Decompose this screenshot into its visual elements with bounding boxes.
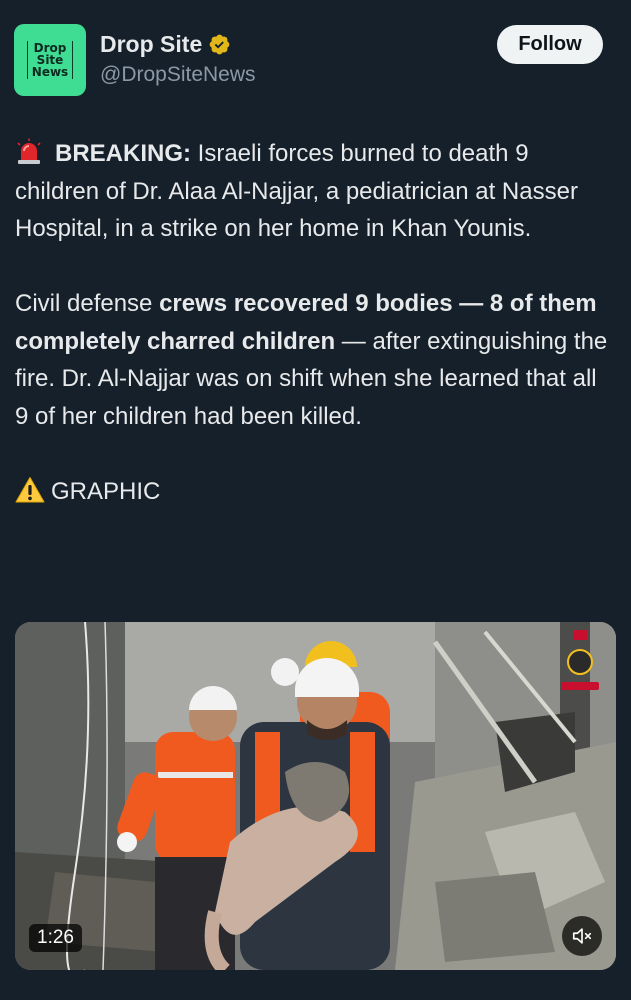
video-frame [15, 622, 616, 970]
video-duration: 1:26 [29, 924, 82, 952]
author-info: Drop Site @DropSiteNews [100, 30, 256, 88]
tweet-text: BREAKING: Israeli forces burned to death… [15, 135, 615, 510]
paragraph-graphic: GRAPHIC [15, 473, 615, 511]
speaker-muted-icon [571, 925, 593, 947]
paragraph-2-text-a: Civil defense [15, 290, 160, 317]
rotating-light-icon [15, 138, 43, 166]
verified-badge-icon [208, 33, 231, 56]
mute-button[interactable] [562, 916, 602, 956]
handle[interactable]: @DropSiteNews [100, 62, 256, 88]
video-player[interactable]: 1:26 [15, 622, 616, 970]
paragraph-breaking: BREAKING: Israeli forces burned to death… [15, 135, 615, 248]
graphic-label: GRAPHIC [51, 477, 161, 505]
follow-button[interactable]: Follow [497, 25, 603, 64]
tweet: Drop Site News Drop Site @DropSiteNews F… [0, 0, 631, 1000]
drop-site-logo: Drop Site News [26, 41, 74, 79]
paragraph-civil-defense: Civil defense crews recovered 9 bodies —… [15, 285, 615, 435]
avatar[interactable]: Drop Site News [14, 24, 86, 96]
warning-icon [15, 476, 45, 504]
breaking-label: BREAKING: [55, 140, 191, 167]
display-name[interactable]: Drop Site [100, 30, 202, 58]
